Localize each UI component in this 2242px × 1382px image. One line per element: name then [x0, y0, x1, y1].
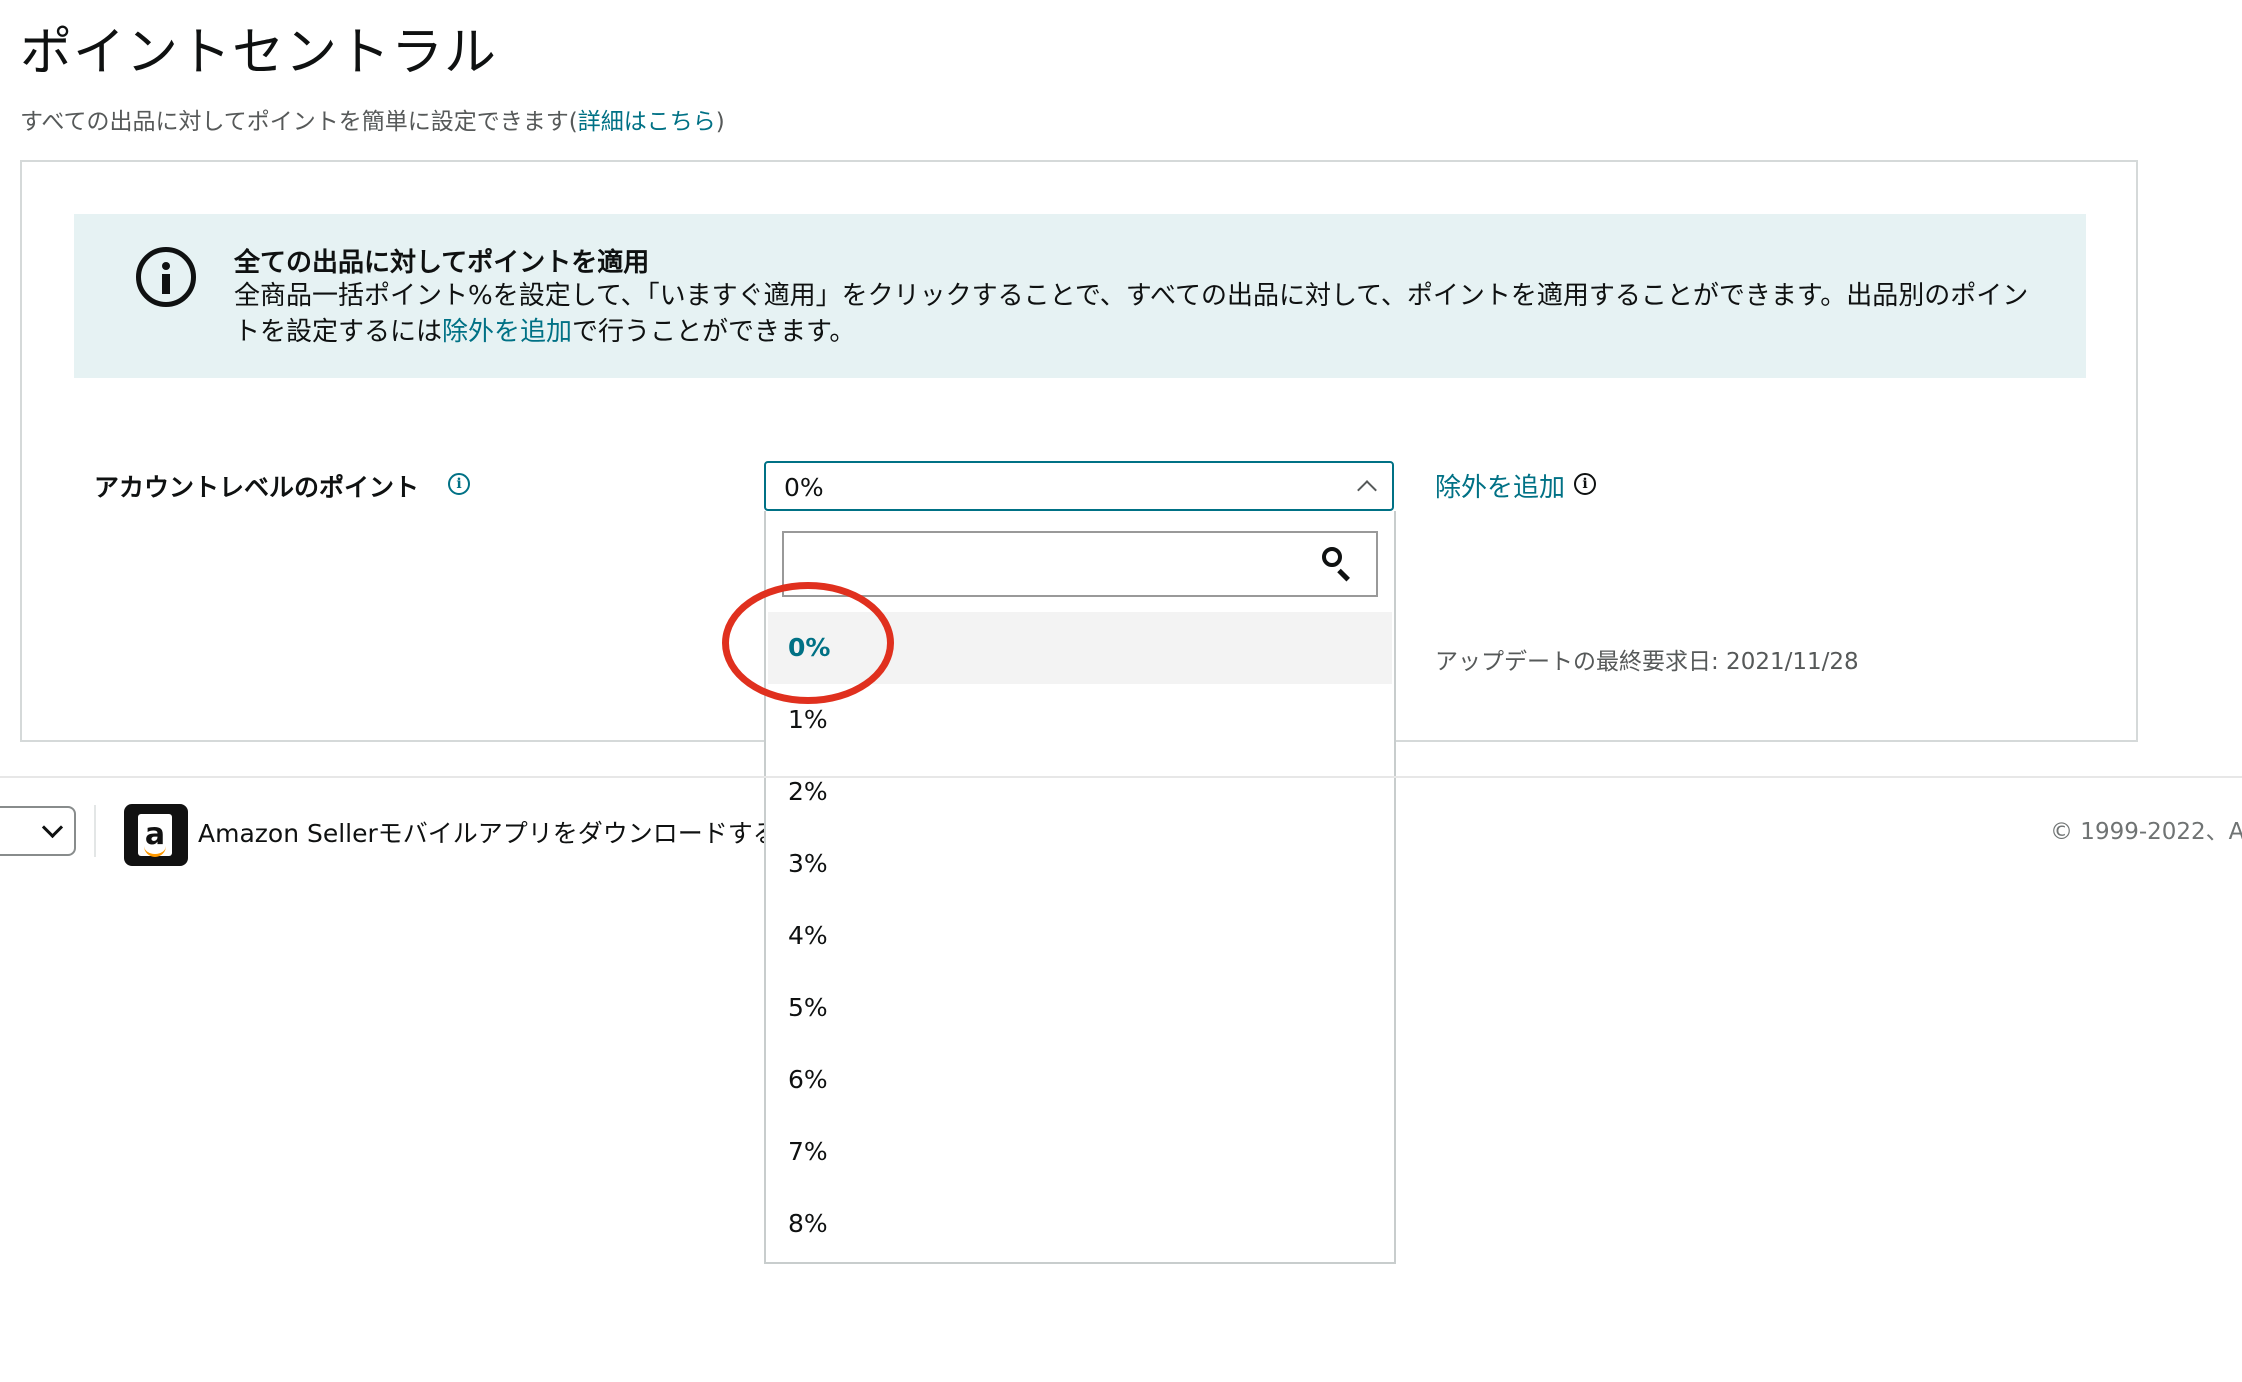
- info-body-suffix: で行うことができます。: [572, 317, 856, 347]
- dropdown-search-input[interactable]: [782, 531, 1378, 597]
- info-icon[interactable]: i: [448, 473, 470, 495]
- dropdown-option-7[interactable]: 7%: [768, 1116, 1392, 1188]
- download-app-link[interactable]: Amazon Sellerモバイルアプリをダウンロードする: [198, 814, 764, 850]
- dropdown-option-6[interactable]: 6%: [768, 1044, 1392, 1116]
- info-circle-icon: [136, 247, 196, 307]
- last-updated-text: アップデートの最終要求日: 2021/11/28: [1435, 649, 1859, 675]
- account-points-label: アカウントレベルのポイント: [94, 473, 420, 502]
- highlight-annotation-circle: [722, 582, 894, 704]
- footer-separator: [94, 805, 96, 857]
- language-select[interactable]: [0, 806, 76, 856]
- account-points-select[interactable]: 0%: [764, 461, 1394, 511]
- amazon-app-icon[interactable]: a: [124, 804, 188, 866]
- subtitle-suffix: ): [715, 109, 725, 135]
- copyright-text: © 1999-2022、Amazon.com, Inc.: [2050, 819, 2242, 845]
- add-exclusion-link[interactable]: 除外を追加: [1435, 467, 1565, 504]
- subtitle-text: すべての出品に対してポイントを簡単に設定できます(: [20, 109, 578, 135]
- dropdown-option-8[interactable]: 8%: [768, 1188, 1392, 1260]
- page-subtitle: すべての出品に対してポイントを簡単に設定できます(詳細はこちら): [20, 102, 725, 136]
- chevron-up-icon: [1357, 480, 1377, 500]
- selected-value: 0%: [784, 473, 824, 502]
- chevron-down-icon: [41, 816, 64, 839]
- dropdown-option-2[interactable]: 2%: [768, 756, 1392, 828]
- page-title: ポイントセントラル: [20, 23, 498, 83]
- info-icon[interactable]: i: [1574, 473, 1596, 495]
- info-exclusion-link[interactable]: 除外を追加: [442, 317, 572, 347]
- dropdown-option-4[interactable]: 4%: [768, 900, 1392, 972]
- dropdown-option-1[interactable]: 1%: [768, 684, 1392, 756]
- info-banner-title: 全ての出品に対してポイントを適用: [234, 248, 650, 278]
- footer-divider: [0, 776, 2242, 778]
- dropdown-option-3[interactable]: 3%: [768, 828, 1392, 900]
- search-icon[interactable]: [1322, 547, 1354, 582]
- info-banner-body: 全商品一括ポイント%を設定して、「いますぐ適用」をクリックすることで、すべての出…: [234, 278, 2034, 350]
- dropdown-option-5[interactable]: 5%: [768, 972, 1392, 1044]
- details-link[interactable]: 詳細はこちら: [578, 109, 716, 135]
